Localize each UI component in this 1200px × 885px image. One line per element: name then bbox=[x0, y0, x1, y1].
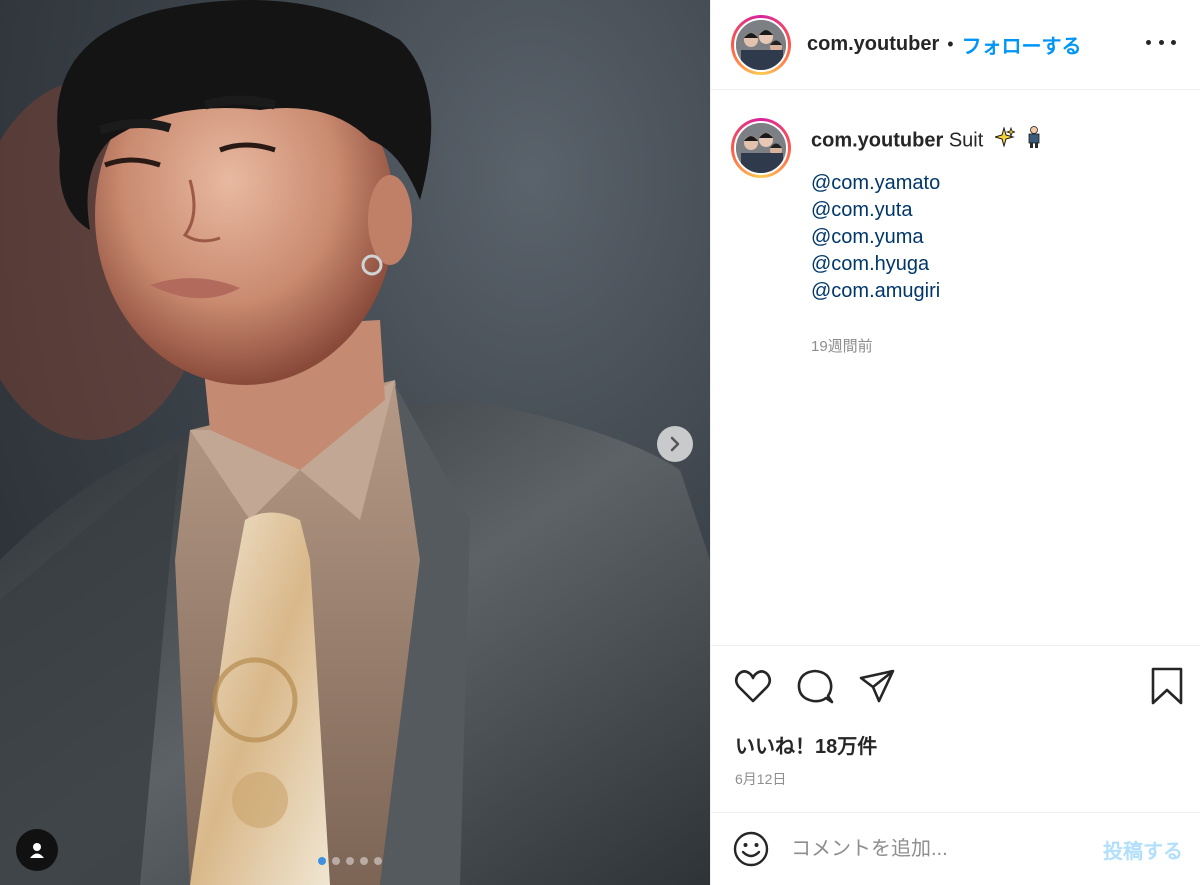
carousel-dot bbox=[374, 857, 382, 865]
comment-input[interactable] bbox=[791, 837, 1071, 861]
dot bbox=[1158, 39, 1164, 45]
tagged-users-button[interactable] bbox=[16, 829, 58, 871]
share-icon[interactable] bbox=[857, 666, 897, 706]
comment-icon[interactable] bbox=[795, 666, 835, 706]
post-header: com.youtuber • フォローする bbox=[711, 0, 1200, 90]
group-photo-thumbnail bbox=[736, 123, 786, 173]
action-icons bbox=[733, 666, 897, 706]
user-icon bbox=[30, 843, 44, 858]
post-actions: いいね！18万件 6月12日 bbox=[711, 645, 1200, 812]
mention-link[interactable]: @com.yuma bbox=[811, 224, 1042, 251]
mention-link[interactable]: @com.hyuga bbox=[811, 251, 1042, 278]
carousel-dot bbox=[346, 857, 354, 865]
carousel-dot bbox=[360, 857, 368, 865]
mention-link[interactable]: @com.yuta bbox=[811, 197, 1042, 224]
sparkles-icon bbox=[993, 126, 1017, 155]
caption-time-ago: 19週間前 bbox=[811, 338, 873, 355]
caption-line: com.youtuber Suit bbox=[811, 126, 1042, 156]
smiley-icon[interactable] bbox=[733, 831, 769, 867]
heart-icon[interactable] bbox=[733, 666, 773, 706]
post-comment-button[interactable]: 投稿する bbox=[1103, 835, 1183, 864]
post-date[interactable]: 6月12日 bbox=[735, 769, 786, 789]
carousel-dots bbox=[318, 857, 382, 865]
follow-button[interactable]: フォローする bbox=[962, 30, 1082, 59]
instagram-post: com.youtuber • フォローする com.youtuber Suit … bbox=[0, 0, 1200, 885]
separator-dot: • bbox=[947, 34, 954, 54]
caption-body: com.youtuber Suit @com.yamato @com.yuta … bbox=[811, 118, 1042, 360]
carousel-dot bbox=[332, 857, 340, 865]
chevron-right-icon bbox=[670, 436, 680, 452]
portrait-image bbox=[0, 0, 710, 885]
comment-form: 投稿する bbox=[711, 812, 1200, 885]
caption-avatar[interactable] bbox=[731, 118, 791, 178]
person-in-suit-icon bbox=[1026, 126, 1042, 156]
avatar[interactable] bbox=[731, 14, 791, 75]
avatar-image bbox=[734, 17, 788, 72]
dot bbox=[1171, 39, 1176, 45]
username-link[interactable]: com.youtuber bbox=[807, 33, 939, 56]
next-slide-button[interactable] bbox=[657, 426, 693, 462]
dot bbox=[1146, 39, 1151, 45]
caption-author-link[interactable]: com.youtuber bbox=[811, 129, 943, 151]
likes-count[interactable]: いいね！18万件 bbox=[735, 730, 877, 759]
more-options-button[interactable] bbox=[1146, 32, 1176, 52]
avatar-image bbox=[734, 121, 788, 175]
carousel-dot bbox=[318, 857, 326, 865]
caption-text: Suit bbox=[948, 129, 984, 152]
mention-link[interactable]: @com.amugiri bbox=[811, 278, 1042, 305]
mention-link[interactable]: @com.yamato bbox=[811, 170, 1042, 197]
group-photo-thumbnail bbox=[736, 19, 786, 70]
post-photo[interactable] bbox=[0, 0, 710, 885]
mentions-list: @com.yamato @com.yuta @com.yuma @com.hyu… bbox=[811, 170, 1042, 305]
bookmark-icon[interactable] bbox=[1147, 666, 1187, 706]
post-details-panel: com.youtuber • フォローする com.youtuber Suit … bbox=[710, 0, 1200, 885]
caption: com.youtuber Suit @com.yamato @com.yuta … bbox=[731, 118, 1181, 360]
